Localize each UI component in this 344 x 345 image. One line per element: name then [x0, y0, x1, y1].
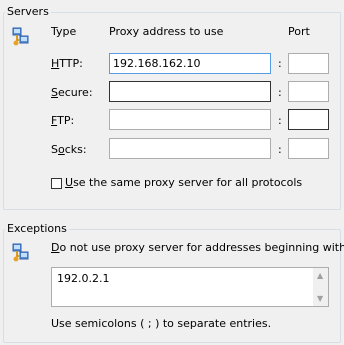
servers-title: Servers — [5, 5, 51, 18]
ftp-address-input[interactable] — [109, 109, 271, 130]
exceptions-value: 192.0.2.1 — [57, 272, 110, 285]
same-proxy-checkbox[interactable] — [51, 178, 62, 189]
exceptions-textarea[interactable]: 192.0.2.1 ▲ ▼ — [51, 267, 329, 307]
secure-address-input[interactable] — [109, 81, 271, 102]
secure-port-input[interactable] — [288, 81, 329, 102]
socks-address-input[interactable] — [109, 138, 271, 159]
column-address-header: Proxy address to use — [109, 25, 224, 38]
servers-network-icon — [12, 27, 30, 47]
scroll-down-arrow-icon[interactable]: ▼ — [317, 295, 323, 303]
socks-port-input[interactable] — [288, 138, 329, 159]
exceptions-hint: Use semicolons ( ; ) to separate entries… — [51, 317, 272, 330]
ftp-colon: : — [278, 114, 282, 127]
http-label: HTTP: — [51, 57, 83, 70]
ftp-label: FTP: — [51, 114, 75, 127]
column-type-header: Type — [51, 25, 77, 38]
exceptions-title: Exceptions — [5, 222, 69, 235]
ftp-port-input[interactable] — [288, 109, 329, 130]
column-port-header: Port — [288, 25, 310, 38]
http-colon: : — [278, 57, 282, 70]
http-port-input[interactable] — [288, 53, 329, 74]
http-address-input[interactable]: 192.168.162.10 — [109, 53, 271, 74]
secure-colon: : — [278, 86, 282, 99]
same-proxy-label[interactable]: Use the same proxy server for all protoc… — [65, 176, 302, 190]
secure-label: Secure: — [51, 86, 93, 99]
scroll-up-arrow-icon[interactable]: ▲ — [317, 272, 323, 280]
exceptions-description: Do not use proxy server for addresses be… — [51, 241, 344, 254]
socks-label: Socks: — [51, 143, 87, 156]
socks-colon: : — [278, 143, 282, 156]
exceptions-scrollbar[interactable]: ▲ ▼ — [313, 268, 328, 306]
exceptions-network-icon — [12, 243, 30, 263]
